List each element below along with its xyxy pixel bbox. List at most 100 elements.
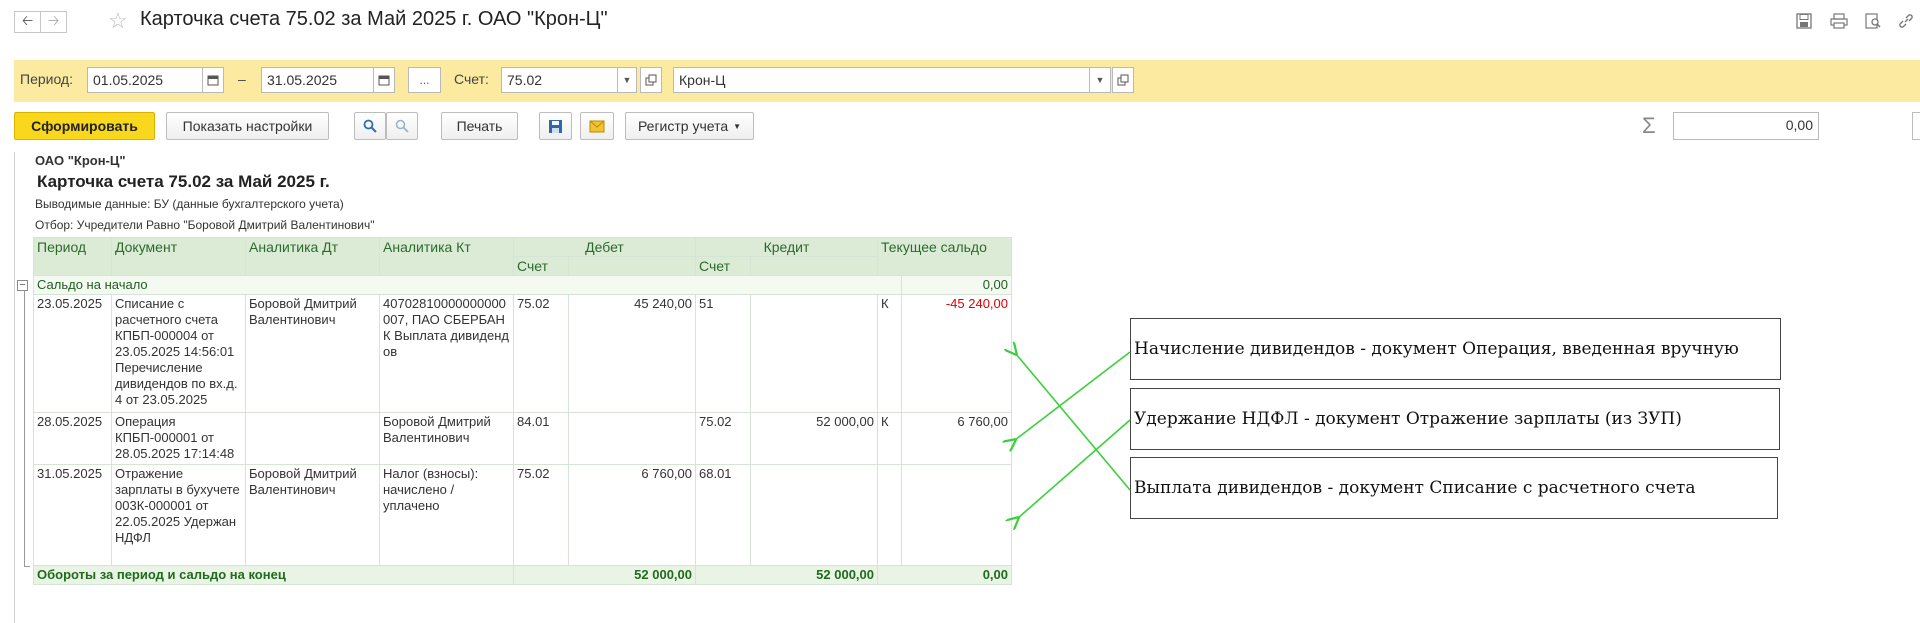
row-debit-account: 75.02 bbox=[513, 294, 569, 413]
row-balance-value: -45 240,00 bbox=[901, 294, 1012, 413]
dropdown-icon: ▼ bbox=[1095, 75, 1105, 85]
row-balance-side bbox=[877, 464, 902, 566]
row-debit-sum: 45 240,00 bbox=[568, 294, 696, 413]
search-cancel-button[interactable] bbox=[386, 112, 418, 140]
date-from-calendar-button[interactable] bbox=[202, 67, 224, 93]
report-title: Карточка счета 75.02 за Май 2025 г. bbox=[37, 172, 330, 191]
totals-balance: 0,00 bbox=[877, 565, 1012, 585]
row-document[interactable]: Операция КПБП-000001 от 28.05.2025 17:14… bbox=[111, 412, 246, 465]
envelope-icon bbox=[589, 120, 605, 132]
report-table: Период Документ Аналитика Дт Аналитика К… bbox=[33, 237, 1012, 585]
row-analytics-dt bbox=[245, 412, 380, 465]
register-dropdown-button[interactable]: Регистр учета ▼ bbox=[625, 112, 754, 140]
row-credit-sum: 52 000,00 bbox=[750, 412, 878, 465]
dropdown-icon: ▼ bbox=[622, 75, 632, 85]
annotation-accrual: Начисление дивидендов - документ Операци… bbox=[1130, 318, 1781, 380]
report-selection: Отбор: Учредители Равно "Боровой Дмитрий… bbox=[35, 218, 375, 232]
open-icon bbox=[1117, 74, 1129, 86]
row-credit-account: 51 bbox=[695, 294, 751, 413]
report-org: ОАО "Крон-Ц" bbox=[35, 153, 126, 168]
annotation-ndfl: Удержание НДФЛ - документ Отражение зарп… bbox=[1130, 388, 1780, 450]
back-button[interactable]: 🡠 bbox=[14, 11, 41, 33]
organization-open-button[interactable] bbox=[1112, 67, 1134, 93]
account-dropdown-button[interactable]: ▼ bbox=[617, 67, 637, 93]
row-document[interactable]: Списание с расчетного счета КПБП-000004 … bbox=[111, 294, 246, 413]
search-icon bbox=[363, 119, 377, 133]
link-icon[interactable] bbox=[1897, 12, 1915, 30]
date-to-field[interactable]: 31.05.2025 bbox=[261, 67, 374, 93]
table-row[interactable]: 31.05.2025 Отражение зарплаты в бухучете… bbox=[33, 464, 1012, 566]
report-left-border bbox=[14, 152, 15, 623]
totals-debit: 52 000,00 bbox=[513, 565, 696, 585]
report-output-data: Выводимые данные: БУ (данные бухгалтерск… bbox=[35, 197, 344, 211]
collapse-icon[interactable]: − bbox=[17, 280, 28, 291]
account-label: Счет: bbox=[454, 71, 489, 87]
header-balance: Текущее сальдо bbox=[877, 237, 1012, 276]
generate-button[interactable]: Сформировать bbox=[14, 112, 155, 140]
calendar-icon bbox=[207, 75, 219, 86]
group-guide-line bbox=[24, 284, 25, 566]
header-debit-sum bbox=[568, 256, 696, 276]
calendar-icon bbox=[378, 75, 390, 86]
row-analytics-kt: 40702810000000000007, ПАО СБЕРБАНК Выпла… bbox=[379, 294, 514, 413]
row-analytics-kt: Боровой Дмитрий Валентинович bbox=[379, 412, 514, 465]
date-to-calendar-button[interactable] bbox=[373, 67, 395, 93]
organization-dropdown-button[interactable]: ▼ bbox=[1089, 67, 1111, 93]
account-open-button[interactable] bbox=[640, 67, 662, 93]
save-report-button[interactable] bbox=[539, 112, 572, 140]
header-period: Период bbox=[33, 237, 112, 276]
header-analytics-dt: Аналитика Дт bbox=[245, 237, 380, 276]
search-cancel-icon bbox=[395, 119, 409, 133]
row-balance-side: К bbox=[877, 412, 902, 465]
row-debit-sum bbox=[568, 412, 696, 465]
row-credit-sum bbox=[750, 294, 878, 413]
row-period: 28.05.2025 bbox=[33, 412, 112, 465]
opening-balance-value: 0,00 bbox=[901, 275, 1012, 295]
header-document: Документ bbox=[111, 237, 246, 276]
opening-balance-row[interactable]: Сальдо на начало 0,00 bbox=[33, 275, 1012, 295]
date-dash: – bbox=[238, 71, 246, 87]
back-arrow-icon: 🡠 bbox=[21, 12, 34, 28]
organization-field[interactable]: Крон-Ц bbox=[673, 67, 1090, 93]
totals-row[interactable]: Обороты за период и сальдо на конец 52 0… bbox=[33, 565, 1012, 585]
annotation-arrows bbox=[1000, 330, 1131, 530]
search-button[interactable] bbox=[354, 112, 386, 140]
row-debit-account: 84.01 bbox=[513, 412, 569, 465]
row-analytics-kt: Налог (взносы): начислено / уплачено bbox=[379, 464, 514, 566]
header-debit: Дебет bbox=[513, 237, 696, 257]
row-debit-sum: 6 760,00 bbox=[568, 464, 696, 566]
sum-field[interactable]: 0,00 bbox=[1673, 112, 1819, 140]
row-balance-value: 6 760,00 bbox=[901, 412, 1012, 465]
row-period: 23.05.2025 bbox=[33, 294, 112, 413]
header-credit-account: Счет bbox=[695, 256, 751, 276]
show-settings-button[interactable]: Показать настройки bbox=[166, 112, 329, 140]
row-period: 31.05.2025 bbox=[33, 464, 112, 566]
annotation-payment: Выплата дивидендов - документ Списание с… bbox=[1130, 457, 1778, 519]
print-icon[interactable] bbox=[1830, 12, 1848, 30]
totals-label: Обороты за период и сальдо на конец bbox=[33, 565, 514, 585]
open-icon bbox=[645, 74, 657, 86]
register-label: Регистр учета bbox=[637, 118, 729, 134]
forward-arrow-icon: 🡢 bbox=[47, 12, 60, 28]
row-document[interactable]: Отражение зарплаты в бухучете 003К-00000… bbox=[111, 464, 246, 566]
floppy-icon bbox=[549, 119, 562, 133]
row-credit-account: 75.02 bbox=[695, 412, 751, 465]
preview-icon[interactable] bbox=[1864, 12, 1882, 30]
header-debit-account: Счет bbox=[513, 256, 569, 276]
star-icon[interactable]: ☆ bbox=[108, 8, 128, 34]
dropdown-icon: ▼ bbox=[733, 121, 742, 131]
account-field[interactable]: 75.02 bbox=[501, 67, 618, 93]
table-row[interactable]: 28.05.2025 Операция КПБП-000001 от 28.05… bbox=[33, 412, 1012, 465]
save-icon[interactable] bbox=[1795, 12, 1813, 30]
date-from-field[interactable]: 01.05.2025 bbox=[87, 67, 203, 93]
header-analytics-kt: Аналитика Кт bbox=[379, 237, 514, 276]
period-select-button[interactable]: ... bbox=[408, 67, 441, 93]
table-row[interactable]: 23.05.2025 Списание с расчетного счета К… bbox=[33, 294, 1012, 413]
forward-button[interactable]: 🡢 bbox=[40, 11, 67, 33]
row-analytics-dt: Боровой Дмитрий Валентинович bbox=[245, 464, 380, 566]
send-email-button[interactable] bbox=[580, 112, 614, 140]
sum-icon: Σ bbox=[1642, 113, 1656, 138]
arrow-accrual bbox=[1015, 351, 1131, 440]
row-balance-side: К bbox=[877, 294, 902, 413]
print-button[interactable]: Печать bbox=[441, 112, 518, 140]
